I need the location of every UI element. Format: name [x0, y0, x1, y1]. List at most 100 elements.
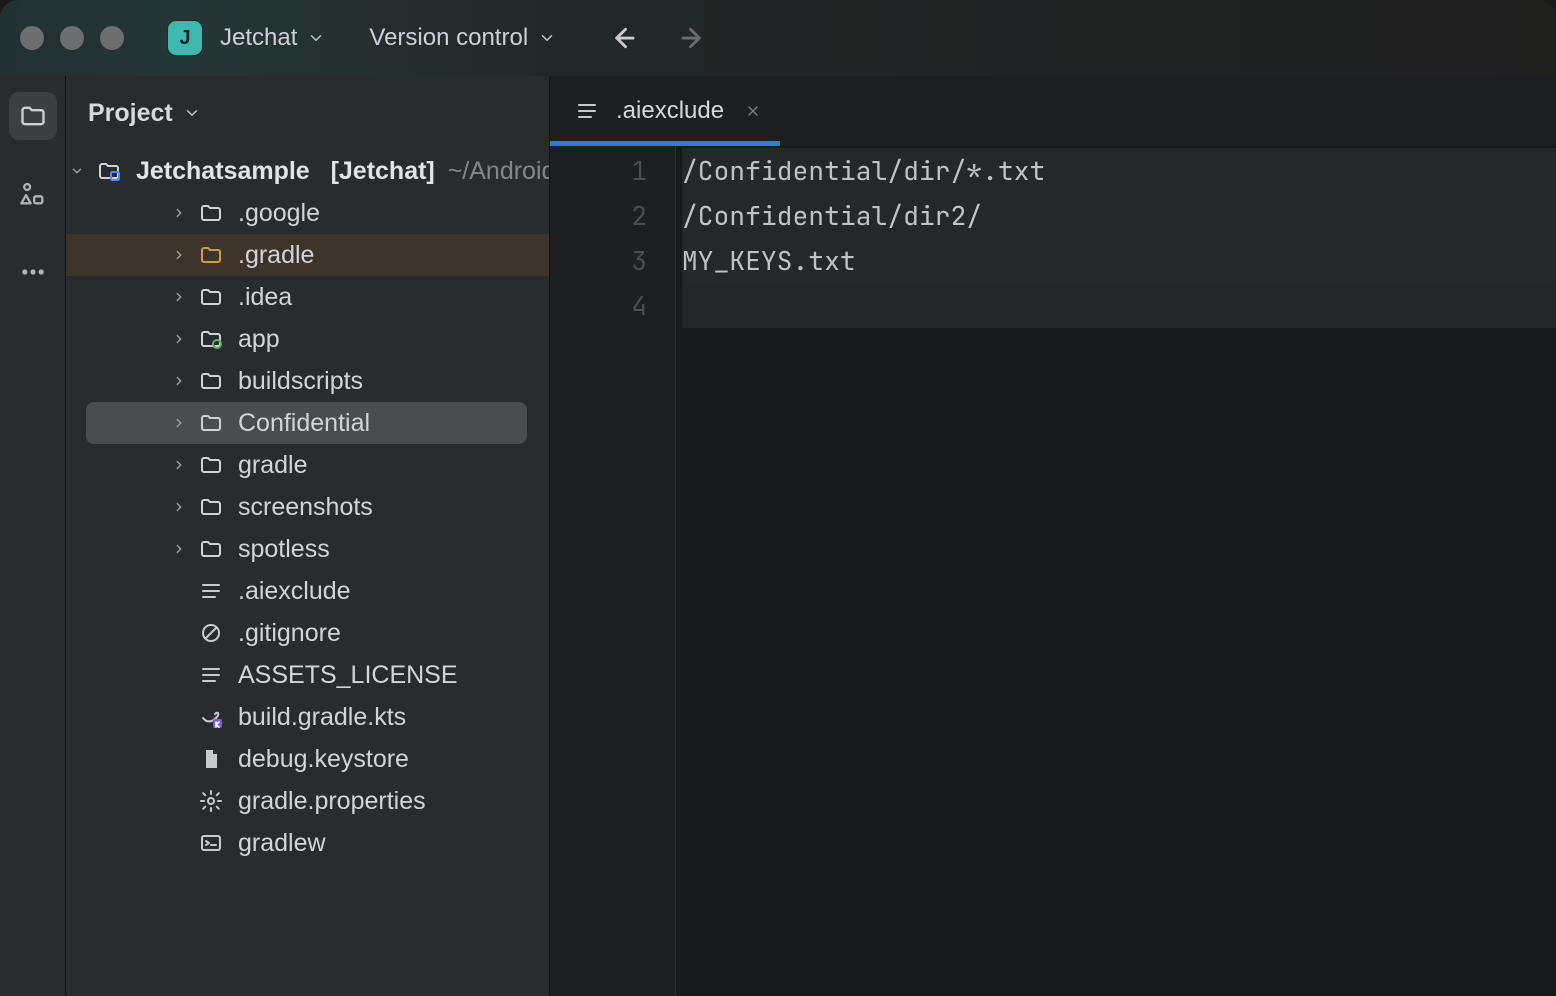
tree-item-label: app — [238, 325, 280, 354]
chevron-right-icon[interactable] — [168, 538, 190, 560]
root-path-hint: ~/AndroidSt — [448, 157, 549, 185]
chevron-right-icon[interactable] — [168, 328, 190, 350]
editor-area: .aiexclude 1234 /Confidential/dir/*.txt/… — [550, 76, 1556, 996]
tree-folder[interactable]: buildscripts — [66, 360, 549, 402]
tree-root[interactable]: Jetchatsample [Jetchat] ~/AndroidSt — [66, 150, 549, 192]
folder-icon — [196, 282, 226, 312]
tree-file[interactable]: build.gradle.kts — [66, 696, 549, 738]
nav-arrows — [608, 23, 708, 53]
tree-item-label: Confidential — [238, 409, 370, 438]
tree-item-label: screenshots — [238, 493, 373, 522]
tree-item-label: build.gradle.kts — [238, 703, 406, 732]
code-editor[interactable]: 1234 /Confidential/dir/*.txt/Confidentia… — [550, 146, 1556, 996]
folder-icon — [196, 534, 226, 564]
code-line[interactable] — [682, 283, 1556, 328]
tree-file[interactable]: gradlew — [66, 822, 549, 864]
code-line[interactable]: /Confidential/dir2/ — [682, 193, 1556, 238]
folder-icon — [196, 198, 226, 228]
minimize-window[interactable] — [60, 26, 84, 50]
gear-icon — [196, 786, 226, 816]
folder-icon — [196, 450, 226, 480]
line-number: 3 — [550, 238, 675, 283]
root-name: Jetchatsample — [136, 157, 310, 185]
tab-label: .aiexclude — [616, 97, 724, 125]
more-tools-button[interactable] — [9, 248, 57, 296]
active-tab-indicator — [550, 141, 780, 146]
folder-icon — [196, 492, 226, 522]
folder-icon — [196, 408, 226, 438]
tree-item-label: .gitignore — [238, 619, 341, 648]
chevron-down-icon[interactable] — [66, 160, 88, 182]
tree-item-label: buildscripts — [238, 367, 363, 396]
chevron-right-icon[interactable] — [168, 496, 190, 518]
window-controls — [20, 26, 124, 50]
project-tree[interactable]: Jetchatsample [Jetchat] ~/AndroidSt .goo… — [66, 150, 549, 996]
tree-folder[interactable]: .idea — [66, 276, 549, 318]
file-icon — [196, 744, 226, 774]
editor-tab-aiexclude[interactable]: .aiexclude — [550, 76, 780, 146]
structure-tool-button[interactable] — [9, 170, 57, 218]
tree-folder[interactable]: Confidential — [86, 402, 527, 444]
tree-folder[interactable]: .google — [66, 192, 549, 234]
tree-file[interactable]: .aiexclude — [66, 570, 549, 612]
line-number: 4 — [550, 283, 675, 328]
text-file-icon — [196, 660, 226, 690]
close-window[interactable] — [20, 26, 44, 50]
tree-item-label: gradle.properties — [238, 787, 426, 816]
nav-forward-button[interactable] — [678, 23, 708, 53]
tool-window-bar — [0, 76, 66, 996]
tree-item-label: .idea — [238, 283, 292, 312]
tree-item-label: debug.keystore — [238, 745, 409, 774]
chevron-right-icon[interactable] — [168, 244, 190, 266]
chevron-right-icon[interactable] — [168, 202, 190, 224]
tree-file[interactable]: gradle.properties — [66, 780, 549, 822]
code-line[interactable]: /Confidential/dir/*.txt — [682, 148, 1556, 193]
line-number: 1 — [550, 148, 675, 193]
version-control-label: Version control — [369, 24, 528, 52]
tree-item-label: spotless — [238, 535, 330, 564]
tree-folder[interactable]: app — [66, 318, 549, 360]
chevron-down-icon — [307, 29, 325, 47]
tree-file[interactable]: .gitignore — [66, 612, 549, 654]
line-number: 2 — [550, 193, 675, 238]
editor-tabstrip: .aiexclude — [550, 76, 1556, 146]
ignore-icon — [196, 618, 226, 648]
tree-item-label: .gradle — [238, 241, 314, 270]
zoom-window[interactable] — [100, 26, 124, 50]
project-panel: Project Jetchatsample [Jetchat] ~/A — [66, 76, 550, 996]
tree-item-label: gradle — [238, 451, 308, 480]
tree-file[interactable]: debug.keystore — [66, 738, 549, 780]
shell-icon — [196, 828, 226, 858]
module-root-icon — [94, 156, 124, 186]
tree-folder[interactable]: .gradle — [66, 234, 549, 276]
tree-folder[interactable]: gradle — [66, 444, 549, 486]
titlebar: J Jetchat Version control — [0, 0, 1556, 76]
project-panel-header[interactable]: Project — [66, 76, 549, 150]
close-icon[interactable] — [738, 96, 768, 126]
tree-file[interactable]: ASSETS_LICENSE — [66, 654, 549, 696]
module-icon — [196, 324, 226, 354]
chevron-right-icon[interactable] — [168, 370, 190, 392]
code-line[interactable]: MY_KEYS.txt — [682, 238, 1556, 283]
nav-back-button[interactable] — [608, 23, 638, 53]
tree-folder[interactable]: screenshots — [66, 486, 549, 528]
project-view-title: Project — [88, 99, 173, 128]
chevron-down-icon — [183, 104, 201, 122]
project-badge-icon: J — [168, 21, 202, 55]
gradle-kts-icon — [196, 702, 226, 732]
text-file-icon — [572, 96, 602, 126]
gutter: 1234 — [550, 146, 676, 996]
version-control-menu[interactable]: Version control — [365, 18, 560, 58]
chevron-down-icon — [538, 29, 556, 47]
tree-item-label: .aiexclude — [238, 577, 351, 606]
chevron-right-icon[interactable] — [168, 286, 190, 308]
project-tool-button[interactable] — [9, 92, 57, 140]
project-selector[interactable]: Jetchat — [216, 18, 329, 58]
project-name-label: Jetchat — [220, 24, 297, 52]
tree-item-label: gradlew — [238, 829, 326, 858]
tree-folder[interactable]: spotless — [66, 528, 549, 570]
chevron-right-icon[interactable] — [168, 412, 190, 434]
folder-icon — [196, 366, 226, 396]
chevron-right-icon[interactable] — [168, 454, 190, 476]
tree-item-label: ASSETS_LICENSE — [238, 661, 458, 690]
